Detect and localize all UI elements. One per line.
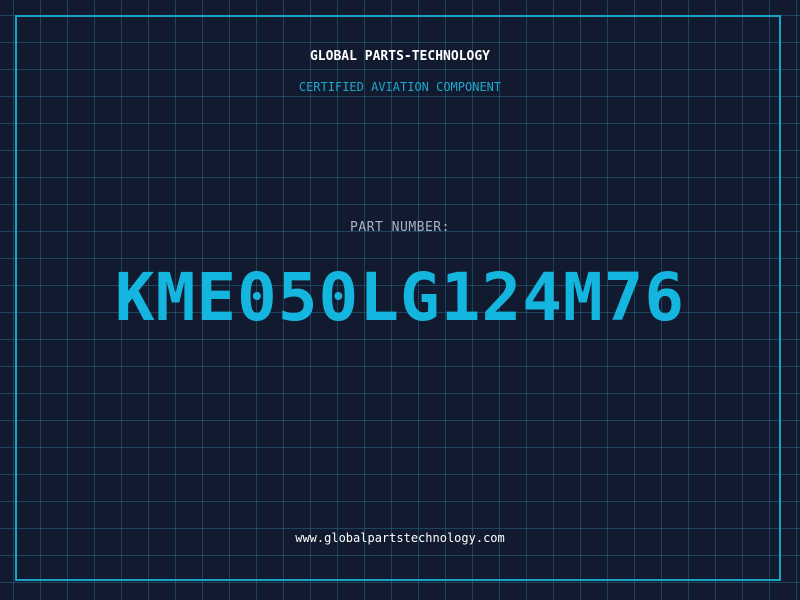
part-number-label: PART NUMBER:: [350, 220, 450, 235]
website-url: www.globalpartstechnology.com: [295, 531, 505, 545]
brand-name: GLOBAL PARTS-TECHNOLOGY: [309, 49, 490, 64]
part-number-value: KME050LG124M76: [114, 259, 686, 336]
part-card: GLOBAL PARTS-TECHNOLOGY CERTIFIED AVIATI…: [0, 0, 800, 600]
brand-tagline: CERTIFIED AVIATION COMPONENT: [298, 80, 502, 94]
